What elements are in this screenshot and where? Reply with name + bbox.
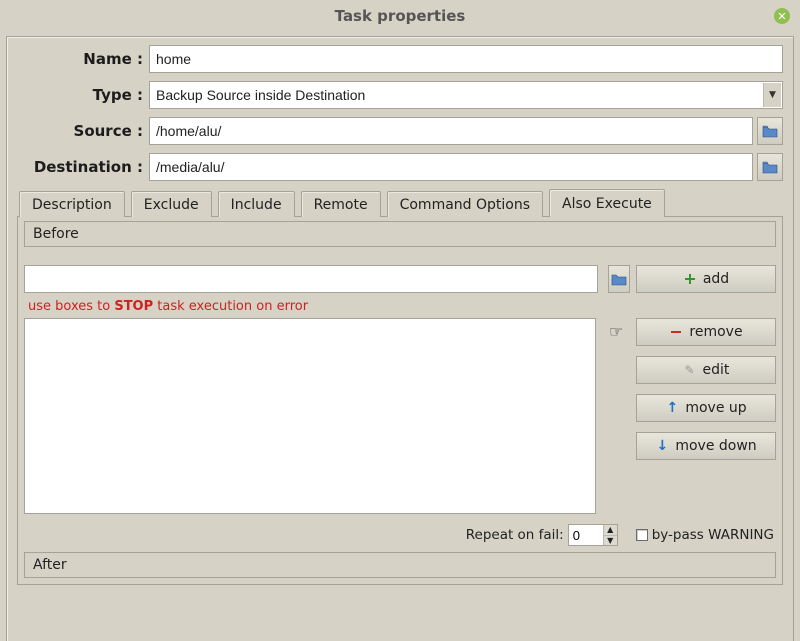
type-select[interactable] — [149, 81, 783, 109]
destination-browse-button[interactable] — [757, 153, 783, 181]
tab-label: Remote — [314, 197, 368, 213]
arrow-down-icon: ↓ — [655, 439, 669, 453]
bypass-warning-label: by-pass WARNING — [652, 527, 774, 543]
command-row: add — [24, 265, 776, 293]
section-before-header: Before — [24, 221, 776, 247]
repeat-on-fail-input[interactable] — [569, 525, 603, 545]
source-input[interactable] — [149, 117, 753, 145]
hint-strong: STOP — [114, 299, 153, 314]
tab-also-execute[interactable]: Also Execute — [549, 189, 665, 217]
row-destination: Destination : — [17, 153, 783, 181]
hand-pointer-icon: ☞ — [609, 322, 623, 341]
section-after-header: After — [24, 552, 776, 578]
tab-description[interactable]: Description — [19, 191, 125, 217]
repeat-on-fail-label: Repeat on fail: — [466, 527, 564, 543]
list-area: ☞ remove ✎ edit ↑ move up ↓ — [24, 318, 776, 514]
side-button-column: remove ✎ edit ↑ move up ↓ move down — [636, 318, 776, 460]
hint-prefix: use boxes to — [28, 299, 114, 314]
name-input[interactable] — [149, 45, 783, 73]
type-label: Type : — [17, 86, 149, 104]
spinner-down-icon[interactable]: ▼ — [604, 536, 617, 546]
destination-input[interactable] — [149, 153, 753, 181]
tab-label: Include — [231, 197, 282, 213]
move-down-label: move down — [675, 438, 756, 454]
tab-label: Command Options — [400, 197, 530, 213]
after-label: After — [33, 557, 67, 573]
folder-icon — [762, 124, 778, 138]
row-type: Type : ▼ — [17, 81, 783, 109]
window-title: Task properties — [335, 7, 466, 25]
close-icon[interactable]: ✕ — [774, 8, 790, 24]
arrow-up-icon: ↑ — [665, 401, 679, 415]
before-footer-options: Repeat on fail: ▲ ▼ by-pass WARNING — [24, 524, 774, 546]
tab-label: Exclude — [144, 197, 199, 213]
repeat-on-fail-spinner[interactable]: ▲ ▼ — [568, 524, 618, 546]
repeat-on-fail-wrap: Repeat on fail: ▲ ▼ — [466, 524, 618, 546]
tab-bar: Description Exclude Include Remote Comma… — [17, 189, 783, 217]
edit-button[interactable]: ✎ edit — [636, 356, 776, 384]
row-name: Name : — [17, 45, 783, 73]
tab-command-options[interactable]: Command Options — [387, 191, 543, 217]
hint-suffix: task execution on error — [153, 299, 308, 314]
spinner-up-icon[interactable]: ▲ — [604, 525, 617, 536]
spinner-steppers: ▲ ▼ — [603, 525, 617, 545]
tab-label: Description — [32, 197, 112, 213]
move-down-button[interactable]: ↓ move down — [636, 432, 776, 460]
source-label: Source : — [17, 122, 149, 140]
dialog-frame: Name : Type : ▼ Source : Destination : D… — [6, 36, 794, 641]
name-label: Name : — [17, 50, 149, 68]
destination-label: Destination : — [17, 158, 149, 176]
pointer-column: ☞ — [606, 318, 626, 341]
stop-hint: use boxes to STOP task execution on erro… — [28, 299, 776, 314]
move-up-button[interactable]: ↑ move up — [636, 394, 776, 422]
edit-label: edit — [703, 362, 730, 378]
type-select-wrap: ▼ — [149, 81, 783, 109]
folder-icon — [611, 272, 627, 286]
checkbox-icon — [636, 529, 648, 541]
tab-remote[interactable]: Remote — [301, 191, 381, 217]
tab-pane-also-execute: Before add use boxes to STOP task execut… — [17, 217, 783, 585]
move-up-label: move up — [685, 400, 746, 416]
tab-exclude[interactable]: Exclude — [131, 191, 212, 217]
plus-icon — [683, 272, 697, 286]
tab-label: Also Execute — [562, 196, 652, 212]
add-label: add — [703, 271, 729, 287]
before-commands-list[interactable] — [24, 318, 596, 514]
command-browse-button[interactable] — [608, 265, 630, 293]
command-input[interactable] — [24, 265, 598, 293]
minus-icon — [669, 325, 683, 339]
edit-icon: ✎ — [683, 363, 697, 377]
remove-button[interactable]: remove — [636, 318, 776, 346]
remove-label: remove — [689, 324, 742, 340]
folder-icon — [762, 160, 778, 174]
before-label: Before — [33, 226, 79, 242]
bypass-warning-checkbox[interactable]: by-pass WARNING — [636, 527, 774, 543]
row-source: Source : — [17, 117, 783, 145]
source-browse-button[interactable] — [757, 117, 783, 145]
add-button[interactable]: add — [636, 265, 776, 293]
tab-include[interactable]: Include — [218, 191, 295, 217]
titlebar: Task properties ✕ — [0, 0, 800, 32]
